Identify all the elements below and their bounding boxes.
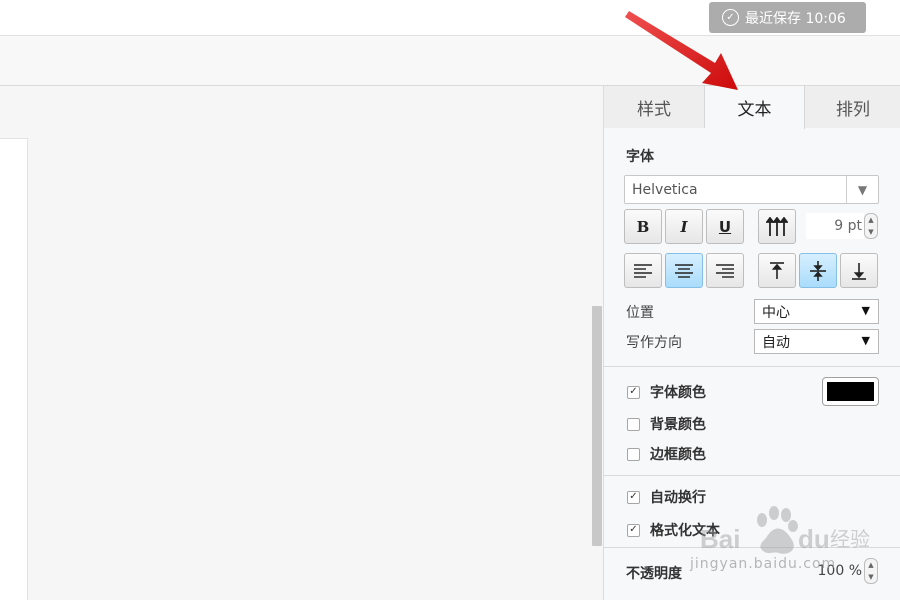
border-color-label: 边框颜色 xyxy=(650,447,706,463)
align-bottom-button[interactable] xyxy=(840,253,878,288)
opacity-spinner[interactable]: ▲ ▼ xyxy=(864,558,878,584)
opacity-label: 不透明度 xyxy=(626,566,682,582)
align-top-icon xyxy=(770,261,784,279)
panel-tabs: 样式 文本 排列 xyxy=(604,86,900,129)
font-size-input[interactable]: 9 pt xyxy=(806,213,864,239)
font-family-value: Helvetica xyxy=(632,181,698,198)
formatted-text-checkbox[interactable]: ✓ xyxy=(627,523,640,537)
top-bar: ✓ 最近保存 10:06 xyxy=(0,0,900,36)
font-color-label: 字体颜色 xyxy=(650,385,706,401)
chevron-down-icon[interactable]: ▼ xyxy=(846,176,878,203)
caret-down-icon: ▼ xyxy=(861,334,870,347)
wrap-row[interactable]: ✓ 自动换行 xyxy=(627,487,706,507)
formatted-text-label: 格式化文本 xyxy=(650,523,720,539)
position-select[interactable]: 中心 ▼ xyxy=(754,299,879,324)
caret-down-icon: ▼ xyxy=(861,304,870,317)
border-color-checkbox[interactable] xyxy=(627,447,640,461)
chevron-down-icon[interactable]: ▼ xyxy=(868,573,873,581)
direction-select[interactable]: 自动 ▼ xyxy=(754,329,879,354)
position-value: 中心 xyxy=(762,304,790,321)
chevron-up-icon[interactable]: ▲ xyxy=(868,216,873,224)
align-middle-icon xyxy=(810,260,826,281)
format-panel: 样式 文本 排列 字体 Helvetica ▼ B I U 9 pt ▲ ▼ 位… xyxy=(603,86,900,600)
wrap-checkbox[interactable]: ✓ xyxy=(627,490,640,504)
border-color-row[interactable]: 边框颜色 xyxy=(627,444,706,464)
italic-button[interactable]: I xyxy=(665,209,703,244)
save-status-badge: ✓ 最近保存 10:06 xyxy=(709,2,866,33)
align-center-button[interactable] xyxy=(665,253,703,288)
font-section-title: 字体 xyxy=(626,149,654,165)
align-center-icon xyxy=(675,263,693,278)
font-color-fill xyxy=(827,382,874,401)
canvas-scrollbar[interactable] xyxy=(592,306,602,546)
align-left-icon xyxy=(634,263,652,278)
background-color-row[interactable]: 背景颜色 xyxy=(627,414,706,434)
background-color-label: 背景颜色 xyxy=(650,417,706,433)
font-family-select[interactable]: Helvetica ▼ xyxy=(624,175,879,204)
divider xyxy=(604,547,900,548)
align-right-button[interactable] xyxy=(706,253,744,288)
watermark-url: jingyan.baidu.com xyxy=(690,556,837,572)
background-color-checkbox[interactable] xyxy=(627,417,640,431)
align-right-icon xyxy=(716,263,734,278)
check-circle-icon: ✓ xyxy=(722,9,739,26)
tab-text[interactable]: 文本 xyxy=(705,86,805,129)
font-size-spinner[interactable]: ▲ ▼ xyxy=(864,213,878,239)
direction-value: 自动 xyxy=(762,334,790,351)
divider xyxy=(604,475,900,476)
chevron-down-icon[interactable]: ▼ xyxy=(868,228,873,236)
drawing-canvas[interactable] xyxy=(0,86,604,600)
font-color-swatch[interactable] xyxy=(822,377,879,406)
tab-arrange[interactable]: 排列 xyxy=(805,86,900,128)
align-top-button[interactable] xyxy=(758,253,796,288)
underline-button[interactable]: U xyxy=(706,209,744,244)
wrap-label: 自动换行 xyxy=(650,490,706,506)
align-left-button[interactable] xyxy=(624,253,662,288)
align-middle-button[interactable] xyxy=(799,253,837,288)
vertical-text-icon xyxy=(766,216,788,236)
save-status-text: 最近保存 10:06 xyxy=(745,10,846,27)
vertical-text-button[interactable] xyxy=(758,209,796,244)
tab-style[interactable]: 样式 xyxy=(604,86,705,128)
direction-label: 写作方向 xyxy=(626,335,682,351)
toolbar xyxy=(0,36,900,86)
position-label: 位置 xyxy=(626,305,654,321)
bold-button[interactable]: B xyxy=(624,209,662,244)
font-color-row[interactable]: ✓ 字体颜色 xyxy=(627,382,706,402)
align-bottom-icon xyxy=(852,262,866,280)
chevron-up-icon[interactable]: ▲ xyxy=(868,561,873,569)
font-color-checkbox[interactable]: ✓ xyxy=(627,385,640,399)
formatted-text-row[interactable]: ✓ 格式化文本 xyxy=(627,520,720,540)
divider xyxy=(604,366,900,367)
page-sheet[interactable] xyxy=(0,138,28,600)
